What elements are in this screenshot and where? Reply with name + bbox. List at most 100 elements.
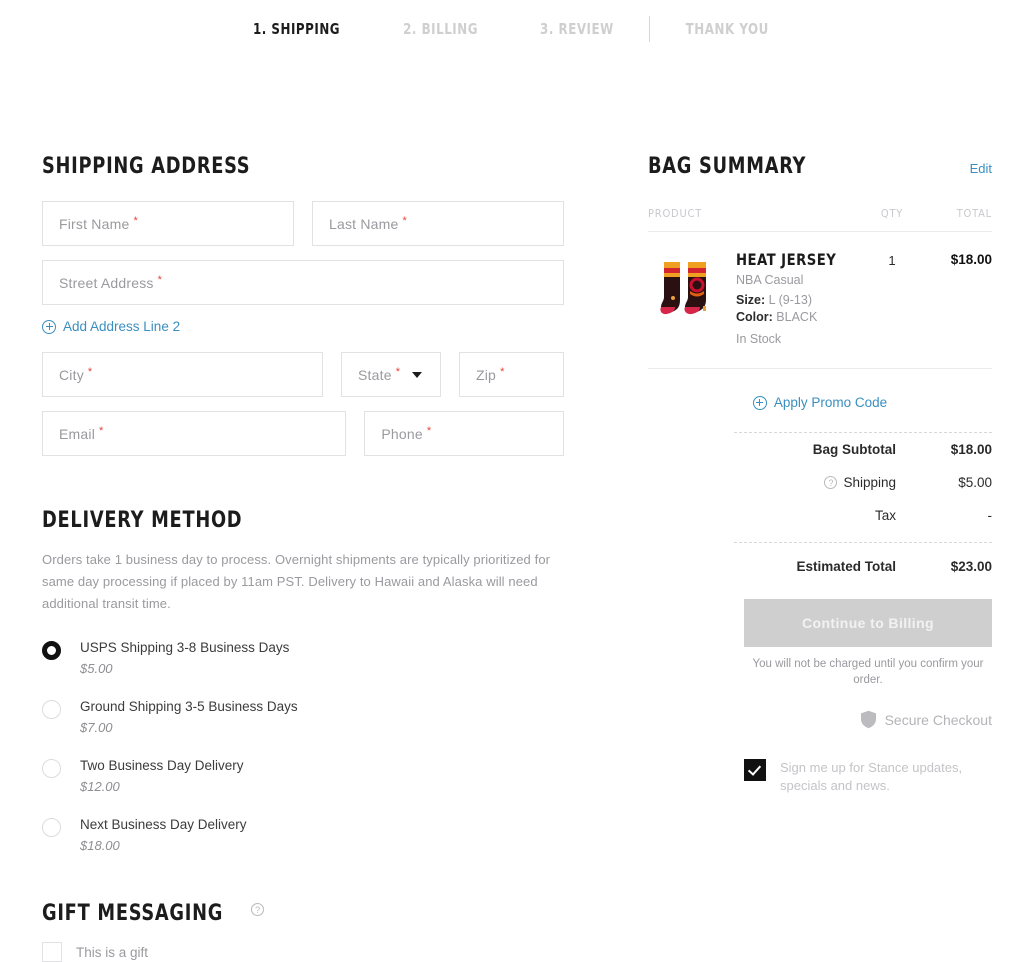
product-details: HEAT JERSEY NBA Casual Size: L (9-13) Co…	[736, 250, 862, 346]
newsletter-label: Sign me up for Stance updates, specials …	[780, 759, 985, 795]
bag-summary-title: BAG SUMMARY	[648, 154, 806, 179]
checkout-step-nav: 1. SHIPPING 2. BILLING 3. REVIEW THANK Y…	[0, 0, 1022, 58]
subtotal-row: Bag Subtotal $18.00	[648, 433, 992, 466]
this-is-a-gift-label: This is a gift	[76, 945, 148, 960]
street-address-input[interactable]: Street Address *	[42, 260, 564, 305]
product-stock-status: In Stock	[736, 332, 862, 346]
first-name-placeholder: First Name	[59, 216, 129, 232]
shipping-option-label: Next Business Day Delivery	[80, 816, 247, 833]
shipping-option-next-day[interactable]: Next Business Day Delivery $18.00	[42, 816, 564, 853]
tax-row: Tax -	[648, 499, 992, 532]
phone-input[interactable]: Phone *	[364, 411, 564, 456]
gift-messaging-title: GIFT MESSAGING	[42, 901, 223, 926]
street-address-placeholder: Street Address	[59, 275, 154, 291]
delivery-description: Orders take 1 business day to process. O…	[42, 549, 557, 615]
city-state-zip-row: City * State * Zip *	[42, 352, 564, 397]
shield-icon	[860, 710, 877, 729]
required-asterisk: *	[158, 274, 162, 286]
newsletter-signup-row[interactable]: Sign me up for Stance updates, specials …	[744, 759, 992, 795]
shipping-option-price: $12.00	[80, 779, 244, 794]
state-placeholder: State	[358, 367, 392, 383]
shipping-option-two-day[interactable]: Two Business Day Delivery $12.00	[42, 757, 564, 794]
step-divider	[649, 16, 650, 42]
street-row: Street Address *	[42, 260, 564, 305]
last-name-input[interactable]: Last Name *	[312, 201, 564, 246]
plus-circle-icon	[753, 396, 767, 410]
column-header-total: TOTAL	[922, 207, 992, 220]
column-header-product: PRODUCT	[648, 207, 862, 220]
add-address-line-2-label: Add Address Line 2	[63, 319, 180, 334]
product-name[interactable]: HEAT JERSEY	[736, 250, 852, 269]
gift-messaging-section: GIFT MESSAGING? This is a gift	[42, 901, 564, 962]
column-header-qty: QTY	[862, 207, 922, 220]
subtotal-label: Bag Subtotal	[813, 442, 896, 457]
estimated-total-value: $23.00	[896, 559, 992, 574]
secure-checkout-label: Secure Checkout	[885, 712, 992, 728]
shipping-column: SHIPPING ADDRESS First Name * Last Name …	[42, 154, 564, 962]
tax-value: -	[896, 508, 992, 523]
email-phone-row: Email * Phone *	[42, 411, 564, 456]
question-mark-icon[interactable]: ?	[251, 903, 264, 916]
zip-input[interactable]: Zip *	[459, 352, 564, 397]
state-select[interactable]: State *	[341, 352, 441, 397]
delivery-method-title: DELIVERY METHOD	[42, 508, 512, 533]
required-asterisk: *	[427, 425, 431, 437]
email-placeholder: Email	[59, 426, 95, 442]
shipping-info-icon[interactable]: ?	[824, 476, 837, 489]
required-asterisk: *	[88, 366, 92, 378]
shipping-address-title: SHIPPING ADDRESS	[42, 154, 512, 179]
step-thank-you[interactable]: THANK YOU	[663, 20, 792, 38]
continue-to-billing-button[interactable]: Continue to Billing	[744, 599, 992, 647]
city-input[interactable]: City *	[42, 352, 323, 397]
apply-promo-code-link[interactable]: Apply Promo Code	[648, 395, 992, 410]
city-placeholder: City	[59, 367, 84, 383]
radio-button[interactable]	[42, 818, 61, 837]
plus-circle-icon	[42, 320, 56, 334]
radio-button[interactable]	[42, 759, 61, 778]
product-thumbnail[interactable]	[648, 250, 724, 326]
shipping-option-ground[interactable]: Ground Shipping 3-5 Business Days $7.00	[42, 698, 564, 735]
first-name-input[interactable]: First Name *	[42, 201, 294, 246]
phone-placeholder: Phone	[381, 426, 422, 442]
chevron-down-icon	[412, 372, 422, 378]
delivery-method-section: DELIVERY METHOD Orders take 1 business d…	[42, 508, 564, 853]
color-label: Color:	[736, 310, 773, 324]
size-value: L (9-13)	[769, 293, 812, 307]
product-quantity: 1	[862, 250, 922, 346]
secure-checkout-badge: Secure Checkout	[648, 710, 992, 729]
size-label: Size:	[736, 293, 765, 307]
shipping-value: $5.00	[896, 475, 992, 490]
product-color: Color: BLACK	[736, 309, 862, 326]
product-collection: NBA Casual	[736, 273, 862, 287]
last-name-placeholder: Last Name	[329, 216, 399, 232]
required-asterisk: *	[99, 425, 103, 437]
table-row: HEAT JERSEY NBA Casual Size: L (9-13) Co…	[648, 232, 992, 369]
step-review[interactable]: 3. REVIEW	[518, 20, 638, 38]
required-asterisk: *	[403, 215, 407, 227]
bag-summary-column: BAG SUMMARY Edit PRODUCT QTY TOTAL	[648, 154, 992, 795]
radio-button-selected[interactable]	[42, 641, 61, 660]
add-address-line-2-link[interactable]: Add Address Line 2	[42, 319, 180, 334]
edit-bag-link[interactable]: Edit	[970, 161, 992, 176]
shipping-option-price: $7.00	[80, 720, 298, 735]
shipping-option-usps[interactable]: USPS Shipping 3-8 Business Days $5.00	[42, 639, 564, 676]
radio-button[interactable]	[42, 700, 61, 719]
shipping-option-label: Ground Shipping 3-5 Business Days	[80, 698, 298, 715]
tax-label: Tax	[875, 508, 896, 523]
shipping-row: ? Shipping $5.00	[648, 466, 992, 499]
bag-summary-header: BAG SUMMARY Edit	[648, 154, 992, 201]
required-asterisk: *	[133, 215, 137, 227]
step-billing[interactable]: 2. BILLING	[381, 20, 502, 38]
zip-placeholder: Zip	[476, 367, 496, 383]
color-value: BLACK	[776, 310, 817, 324]
apply-promo-code-label: Apply Promo Code	[774, 395, 887, 410]
required-asterisk: *	[396, 366, 400, 378]
step-shipping[interactable]: 1. SHIPPING	[230, 20, 363, 38]
shipping-option-price: $5.00	[80, 661, 289, 676]
estimated-total-label: Estimated Total	[796, 559, 896, 574]
this-is-a-gift-checkbox[interactable]	[42, 942, 62, 962]
email-input[interactable]: Email *	[42, 411, 346, 456]
shipping-option-price: $18.00	[80, 838, 247, 853]
gift-checkbox-row[interactable]: This is a gift	[42, 942, 564, 962]
newsletter-checkbox[interactable]	[744, 759, 766, 781]
